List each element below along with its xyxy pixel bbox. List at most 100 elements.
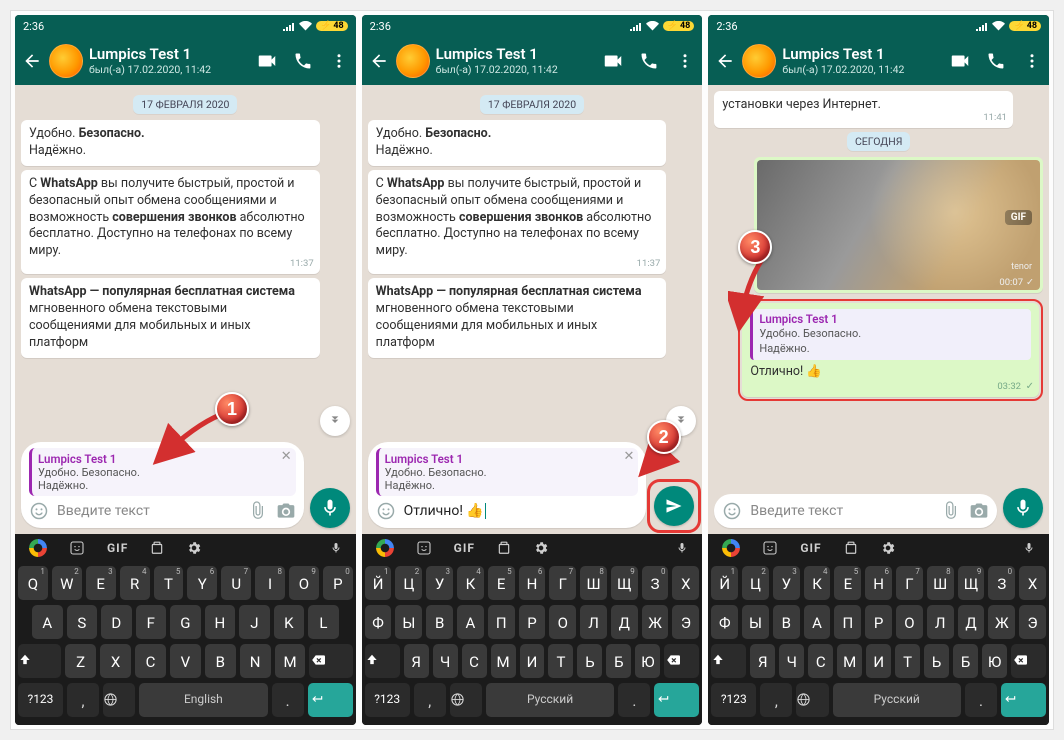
message-in[interactable]: С WhatsApp вы получите быстрый, простой … (368, 170, 667, 274)
key[interactable]: D (101, 605, 132, 639)
backspace-key[interactable] (664, 644, 699, 678)
message-out-gif[interactable]: GIF tenor 00:07✓ (754, 157, 1043, 293)
key[interactable]: Э (672, 605, 699, 639)
avatar[interactable] (396, 44, 430, 78)
header-text[interactable]: Lumpics Test 1 был(-а) 17.02.2020, 11:42 (782, 46, 937, 75)
gif-icon[interactable]: GIF (107, 541, 128, 555)
key[interactable]: Я (750, 644, 775, 678)
key[interactable]: H (205, 605, 236, 639)
key[interactable]: И (520, 644, 545, 678)
comma-key[interactable]: , (67, 683, 99, 717)
key[interactable]: W2 (52, 566, 82, 600)
key[interactable]: Т (548, 644, 573, 678)
key[interactable]: X (100, 644, 131, 678)
avatar[interactable] (742, 44, 776, 78)
attach-icon[interactable] (248, 501, 268, 521)
key[interactable]: O9 (289, 566, 319, 600)
key[interactable]: J (239, 605, 270, 639)
key[interactable]: Р (865, 605, 892, 639)
video-call-icon[interactable] (256, 50, 278, 72)
spacebar[interactable]: Русский (486, 683, 614, 717)
voice-call-icon[interactable] (638, 50, 660, 72)
key[interactable]: B (205, 644, 236, 678)
key[interactable]: Ь (924, 644, 949, 678)
key[interactable]: Г7 (549, 566, 576, 600)
backspace-key[interactable] (1011, 644, 1046, 678)
keyboard[interactable]: Й1Ц2У3К4Е5Н6Г7Ш8Щ9З0Х ФЫВАПРОЛДЖЭ ЯЧСМИТ… (362, 562, 703, 725)
key[interactable]: К4 (804, 566, 831, 600)
chat-area[interactable]: 17 ФЕВРАЛЯ 2020 Удобно. Безопасно. Надёж… (362, 85, 703, 438)
key[interactable]: Ш8 (580, 566, 607, 600)
clipboard-icon[interactable] (497, 540, 511, 556)
google-icon[interactable] (376, 539, 394, 557)
message-in[interactable]: С WhatsApp вы получите быстрый, простой … (21, 170, 320, 274)
key[interactable]: А (804, 605, 831, 639)
key[interactable]: И (866, 644, 891, 678)
avatar[interactable] (49, 44, 83, 78)
key[interactable]: О (549, 605, 576, 639)
key[interactable]: Ш8 (927, 566, 954, 600)
period-key[interactable]: . (965, 683, 997, 717)
key[interactable]: R4 (120, 566, 150, 600)
send-button[interactable] (654, 486, 694, 526)
comma-key[interactable]: , (760, 683, 792, 717)
key[interactable]: K (274, 605, 305, 639)
enter-key[interactable] (308, 683, 353, 717)
key[interactable]: Э (1019, 605, 1046, 639)
voice-call-icon[interactable] (985, 50, 1007, 72)
emoji-icon[interactable] (722, 501, 742, 521)
key[interactable]: S (67, 605, 98, 639)
message-in[interactable]: Удобно. Безопасно. Надёжно. (21, 120, 320, 166)
backspace-key[interactable] (309, 644, 352, 678)
key[interactable]: У3 (426, 566, 453, 600)
key[interactable]: A (32, 605, 63, 639)
chat-area[interactable]: установки через Интернет. 11:41 СЕГОДНЯ … (708, 85, 1049, 484)
mic-icon[interactable] (1023, 540, 1035, 556)
key[interactable]: Р (519, 605, 546, 639)
period-key[interactable]: . (272, 683, 304, 717)
emoji-icon[interactable] (376, 501, 396, 521)
spacebar[interactable]: Русский (833, 683, 961, 717)
key[interactable]: Ж (642, 605, 669, 639)
settings-icon[interactable] (880, 540, 896, 556)
key[interactable]: Х (672, 566, 699, 600)
key[interactable]: Ь (577, 644, 602, 678)
shift-key[interactable] (711, 644, 746, 678)
key[interactable]: Щ9 (611, 566, 638, 600)
key[interactable]: Я (404, 644, 429, 678)
key[interactable]: Q1 (18, 566, 48, 600)
reply-preview[interactable]: ✕ Lumpics Test 1 Удобно. Безопасно. Надё… (376, 448, 639, 496)
attach-icon[interactable] (941, 501, 961, 521)
key[interactable]: Т (895, 644, 920, 678)
message-input[interactable]: Введите текст (57, 503, 240, 519)
message-in[interactable]: WhatsApp — популярная бесплатная система… (368, 278, 667, 358)
key[interactable]: Й1 (365, 566, 392, 600)
key[interactable]: Г7 (896, 566, 923, 600)
key[interactable]: Н6 (865, 566, 892, 600)
mic-icon[interactable] (330, 540, 342, 556)
chat-area[interactable]: 17 ФЕВРАЛЯ 2020 Удобно. Безопасно. Надёж… (15, 85, 356, 438)
key[interactable]: F (136, 605, 167, 639)
key[interactable]: P0 (323, 566, 353, 600)
sticker-icon[interactable] (762, 540, 778, 556)
symbols-key[interactable]: ?123 (365, 683, 410, 717)
key[interactable]: Ч (433, 644, 458, 678)
sticker-icon[interactable] (416, 540, 432, 556)
reply-preview[interactable]: ✕ Lumpics Test 1 Удобно. Безопасно. Надё… (29, 448, 296, 496)
keyboard[interactable]: Й1Ц2У3К4Е5Н6Г7Ш8Щ9З0Х ФЫВАПРОЛДЖЭ ЯЧСМИТ… (708, 562, 1049, 725)
enter-key[interactable] (1001, 683, 1046, 717)
key[interactable]: Ы (742, 605, 769, 639)
key[interactable]: Y6 (187, 566, 217, 600)
reply-quote[interactable]: Lumpics Test 1 Удобно. Безопасно. Надёжн… (750, 309, 1031, 360)
settings-icon[interactable] (186, 540, 202, 556)
header-text[interactable]: Lumpics Test 1 был(-а) 17.02.2020, 11:42 (436, 46, 591, 75)
emoji-icon[interactable] (29, 501, 49, 521)
message-in[interactable]: WhatsApp — популярная бесплатная система… (21, 278, 320, 358)
mic-icon[interactable] (676, 540, 688, 556)
key[interactable]: П (834, 605, 861, 639)
key[interactable]: О (896, 605, 923, 639)
camera-icon[interactable] (969, 501, 989, 521)
key[interactable]: Л (927, 605, 954, 639)
key[interactable]: В (773, 605, 800, 639)
key[interactable]: З0 (988, 566, 1015, 600)
